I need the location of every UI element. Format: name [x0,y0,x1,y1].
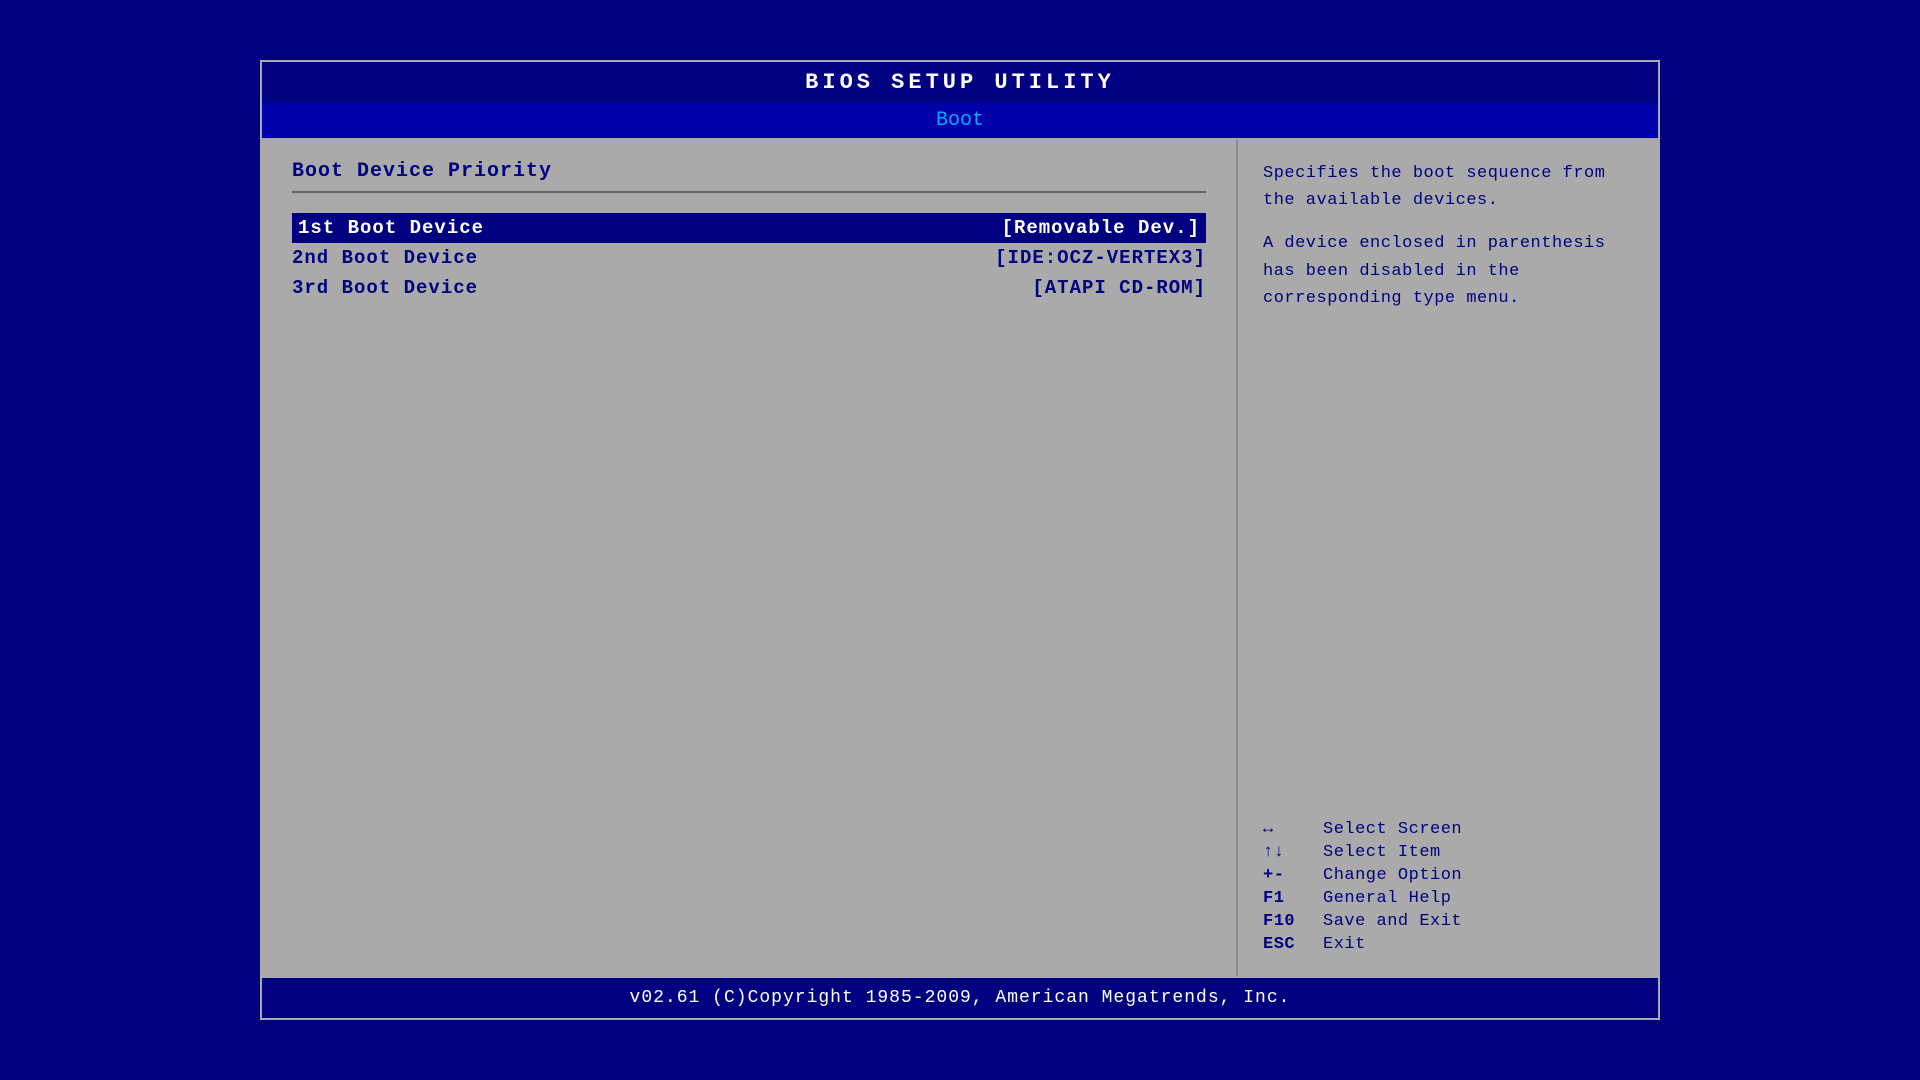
title-bar: BIOS SETUP UTILITY [262,62,1658,103]
key-plusminus-desc: Change Option [1323,866,1462,885]
key-row-f1: F1 General Help [1263,887,1633,910]
boot-item-1st[interactable]: 1st Boot Device [Removable Dev.] [292,213,1206,243]
key-f1: F1 [1263,889,1323,908]
right-panel: Specifies the boot sequence from the ava… [1238,140,1658,976]
key-row-f10: F10 Save and Exit [1263,910,1633,933]
key-esc: ESC [1263,935,1323,954]
key-f1-desc: General Help [1323,889,1451,908]
key-updown-desc: Select Item [1323,843,1441,862]
boot-item-2nd[interactable]: 2nd Boot Device [IDE:OCZ-VERTEX3] [292,243,1206,273]
key-f10: F10 [1263,912,1323,931]
bios-container: BIOS SETUP UTILITY Boot Boot Device Prio… [260,60,1660,1020]
boot-item-3rd[interactable]: 3rd Boot Device [ATAPI CD-ROM] [292,273,1206,303]
boot-item-2nd-value: [IDE:OCZ-VERTEX3] [995,247,1206,269]
key-row-plusminus: +- Change Option [1263,864,1633,887]
boot-item-3rd-name: 3rd Boot Device [292,277,478,299]
boot-item-1st-name: 1st Boot Device [298,217,484,239]
help-text-area: Specifies the boot sequence from the ava… [1263,160,1633,328]
main-content: Boot Device Priority 1st Boot Device [Re… [262,140,1658,976]
key-row-esc: ESC Exit [1263,933,1633,956]
section-title: Boot Device Priority [292,160,1206,183]
help-text-2: A device enclosed in parenthesis has bee… [1263,230,1633,312]
footer-text: v02.61 (C)Copyright 1985-2009, American … [630,988,1291,1008]
title-text: BIOS SETUP UTILITY [805,70,1115,95]
key-arrows: ↔ [1263,820,1323,839]
key-esc-desc: Exit [1323,935,1366,954]
key-row-updown: ↑↓ Select Item [1263,841,1633,864]
sub-title-bar: Boot [262,103,1658,140]
boot-item-2nd-name: 2nd Boot Device [292,247,478,269]
key-f10-desc: Save and Exit [1323,912,1462,931]
footer: v02.61 (C)Copyright 1985-2009, American … [262,976,1658,1018]
key-plusminus: +- [1263,866,1323,885]
boot-item-3rd-value: [ATAPI CD-ROM] [1032,277,1206,299]
divider [292,191,1206,193]
key-arrows-desc: Select Screen [1323,820,1462,839]
boot-item-1st-value: [Removable Dev.] [1002,217,1200,239]
help-text-1: Specifies the boot sequence from the ava… [1263,160,1633,214]
left-panel: Boot Device Priority 1st Boot Device [Re… [262,140,1238,976]
sub-title-text: Boot [936,109,984,132]
key-legend: ↔ Select Screen ↑↓ Select Item +- Change… [1263,818,1633,956]
outer-wrapper: BIOS SETUP UTILITY Boot Boot Device Prio… [0,0,1920,1080]
key-row-arrows: ↔ Select Screen [1263,818,1633,841]
key-updown: ↑↓ [1263,843,1323,862]
